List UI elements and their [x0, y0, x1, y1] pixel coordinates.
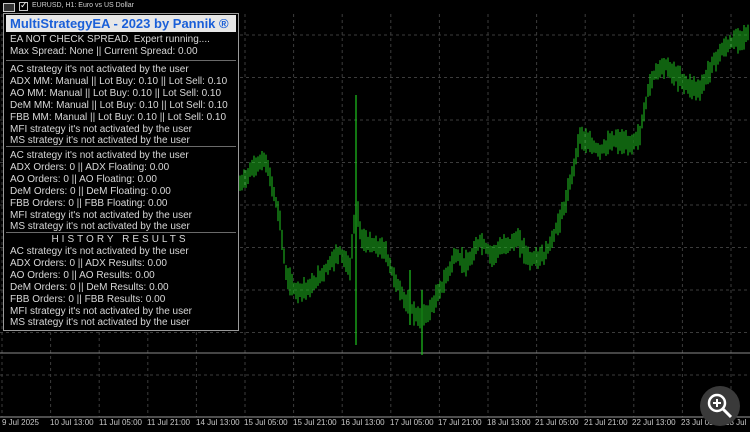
chart-icon[interactable] [3, 3, 15, 12]
history-line: FBB Orders: 0 || FBB Results: 0.00 [10, 294, 166, 305]
time-axis-label: 11 Jul 05:00 [99, 418, 142, 427]
time-axis-label: 16 Jul 13:00 [341, 418, 385, 427]
chart-title: EURUSD, H1: Euro vs US Dollar [32, 2, 134, 9]
time-axis-label: 22 Jul 13:00 [632, 418, 676, 427]
candle-series [239, 24, 749, 355]
history-line: DeM Orders: 0 || DeM Results: 0.00 [10, 282, 169, 293]
history-line: MS strategy it's not activated by the us… [10, 317, 190, 328]
divider [6, 232, 236, 233]
magnifier-zoom-icon[interactable] [700, 386, 740, 426]
order-line: ADX Orders: 0 || ADX Floating: 0.00 [10, 162, 170, 173]
time-axis-label: 9 Jul 2025 [2, 418, 39, 427]
time-axis-label: 17 Jul 21:00 [438, 418, 482, 427]
order-line: DeM Orders: 0 || DeM Floating: 0.00 [10, 186, 171, 197]
chart-title-bar: EURUSD, H1: Euro vs US Dollar [0, 0, 750, 14]
history-line: ADX Orders: 0 || ADX Results: 0.00 [10, 258, 167, 269]
time-axis: 9 Jul 2025 10 Jul 13:00 11 Jul 05:00 11 … [0, 417, 750, 432]
history-title: HISTORY RESULTS [51, 234, 189, 245]
mm-line: AC strategy it's not activated by the us… [10, 64, 189, 75]
mm-line: FBB MM: Manual || Lot Buy: 0.10 || Lot S… [10, 112, 227, 123]
panel-header: MultiStrategyEA - 2023 by Pannik ® [6, 15, 236, 32]
status-line: Max Spread: None || Current Spread: 0.00 [10, 46, 198, 57]
time-axis-label: 14 Jul 13:00 [196, 418, 240, 427]
order-line: FBB Orders: 0 || FBB Floating: 0.00 [10, 198, 168, 209]
ea-info-panel: MultiStrategyEA - 2023 by Pannik ® EA NO… [3, 13, 239, 331]
divider [6, 60, 236, 61]
time-axis-label: 17 Jul 05:00 [390, 418, 434, 427]
order-line: AO Orders: 0 || AO Floating: 0.00 [10, 174, 157, 185]
order-line: AC strategy it's not activated by the us… [10, 150, 189, 161]
time-axis-label: 21 Jul 21:00 [584, 418, 628, 427]
time-axis-label: 21 Jul 05:00 [535, 418, 579, 427]
checkbox-icon[interactable] [19, 0, 28, 11]
time-axis-label: 10 Jul 13:00 [50, 418, 94, 427]
mm-line: AO MM: Manual || Lot Buy: 0.10 || Lot Se… [10, 88, 222, 99]
time-axis-label: 11 Jul 21:00 [147, 418, 190, 427]
time-axis-label: 15 Jul 21:00 [293, 418, 337, 427]
status-line: EA NOT CHECK SPREAD. Expert running.... [10, 34, 210, 45]
time-axis-label: 18 Jul 13:00 [487, 418, 531, 427]
history-line: AC strategy it's not activated by the us… [10, 246, 189, 257]
time-axis-label: 15 Jul 05:00 [244, 418, 288, 427]
mm-line: DeM MM: Manual || Lot Buy: 0.10 || Lot S… [10, 100, 228, 111]
mm-line: ADX MM: Manual || Lot Buy: 0.10 || Lot S… [10, 76, 228, 87]
divider [6, 146, 236, 147]
history-line: AO Orders: 0 || AO Results: 0.00 [10, 270, 155, 281]
